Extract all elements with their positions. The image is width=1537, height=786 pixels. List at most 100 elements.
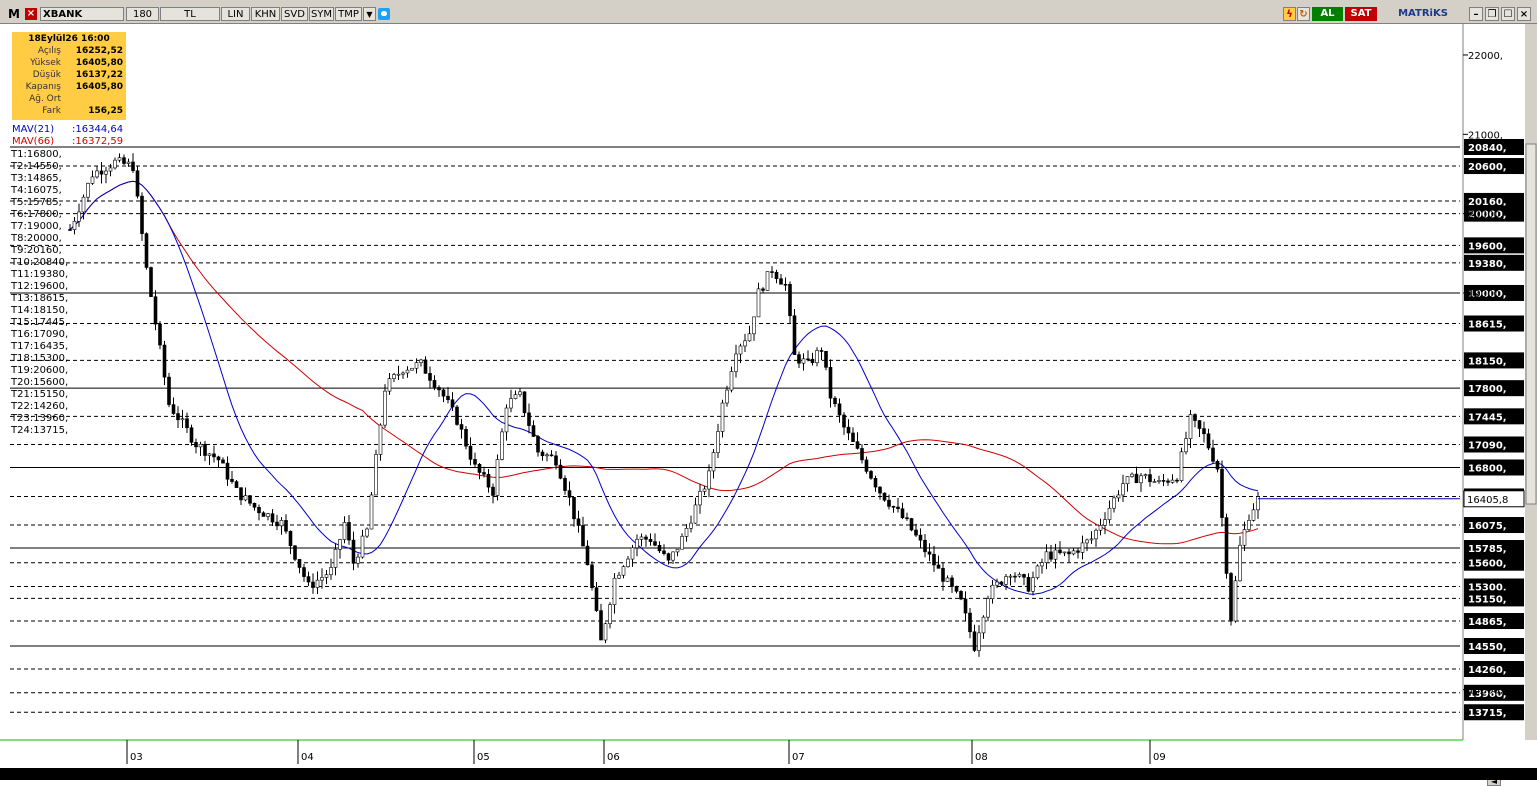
candle-body	[1125, 476, 1130, 485]
candle-body	[392, 374, 396, 379]
toolbar-right: ϟ ↻ AL SAT MATRiKS – ❐ ☐ ×	[1283, 7, 1537, 21]
time-tick-label: 06	[607, 752, 620, 763]
chevron-down-icon[interactable]: ▼	[363, 7, 376, 21]
candle-body	[176, 413, 180, 421]
minimize-icon[interactable]: –	[1469, 7, 1483, 21]
candle-body	[1103, 519, 1107, 526]
candle-body	[900, 508, 905, 519]
candle-body	[396, 373, 401, 376]
svd-button[interactable]: SVD	[281, 7, 308, 21]
ohlc-row-close: Kapanış 16405,80	[25, 82, 123, 92]
candle-body	[275, 521, 279, 527]
candle-body	[680, 536, 684, 550]
candle-body	[1085, 539, 1089, 544]
candle-body	[585, 545, 590, 566]
candle-body	[729, 371, 734, 391]
target-level-label: T10:20840,	[11, 257, 69, 268]
candle-body	[1139, 475, 1143, 484]
candle-body	[86, 183, 90, 198]
candle-body	[828, 367, 833, 399]
candle-body	[531, 425, 536, 437]
candle-body	[288, 530, 293, 547]
symbol-input[interactable]: XBANK	[40, 7, 124, 21]
candle-body	[1026, 576, 1031, 592]
close-window-icon[interactable]: ×	[1517, 7, 1531, 21]
candle-body	[927, 551, 932, 555]
candle-body	[617, 574, 621, 579]
candle-body	[468, 445, 473, 460]
level-label: 17800,	[1468, 384, 1507, 395]
candle-body	[180, 418, 185, 421]
candle-body	[216, 456, 221, 461]
candle-body	[414, 362, 419, 369]
candle-body	[846, 426, 851, 434]
candle-body	[387, 378, 392, 392]
candle-body	[1202, 428, 1206, 435]
candle-body	[329, 567, 333, 576]
currency-field[interactable]: TL	[160, 7, 220, 21]
candle-body	[738, 345, 743, 355]
mav-legend: MAV(21):16344,64 MAV(66):16372,59	[12, 124, 123, 148]
candle-body	[959, 591, 963, 600]
toolbar: M × XBANK 180 TL LIN KHN SVD SYM TMP ▼ ϟ…	[0, 0, 1537, 24]
candle-body	[1130, 473, 1134, 477]
target-level-label: T7:19000,	[11, 221, 62, 232]
candle-body	[581, 525, 585, 547]
period-field[interactable]: 180	[126, 7, 159, 21]
candle-body	[914, 529, 918, 536]
target-level-label: T23:13960,	[11, 413, 69, 424]
candle-body	[1013, 575, 1017, 578]
lightning-icon[interactable]: ϟ	[1283, 7, 1296, 21]
twitter-icon[interactable]	[378, 8, 390, 20]
restore-icon[interactable]: ❐	[1485, 7, 1499, 21]
target-levels-list: T1:16800, T2:14550, T3:14865, T4:16075, T5:1…	[11, 149, 68, 437]
maximize-icon[interactable]: ☐	[1501, 7, 1515, 21]
candle-body	[675, 548, 680, 553]
current-price-label: 16405,8	[1467, 495, 1508, 506]
candle-body	[509, 398, 513, 409]
candle-body	[558, 464, 563, 479]
candle-body	[833, 397, 837, 405]
buy-button[interactable]: AL	[1312, 7, 1343, 21]
candle-body	[320, 577, 324, 581]
refresh-icon[interactable]: ↻	[1297, 7, 1310, 21]
target-level-label: T3:14865,	[11, 173, 62, 184]
scale-button[interactable]: LIN	[221, 7, 250, 21]
candle-body	[743, 340, 747, 347]
candle-body	[419, 359, 423, 363]
sym-button[interactable]: SYM	[309, 7, 334, 21]
candle-body	[153, 296, 158, 325]
price-chart[interactable]: 20840,20600,20160,20000,19600,19380,1900…	[0, 24, 1537, 768]
candle-body	[239, 487, 243, 501]
tmp-button[interactable]: TMP	[335, 7, 362, 21]
scrollbar-thumb	[1525, 143, 1537, 505]
candle-body	[932, 553, 936, 566]
candle-body	[576, 518, 581, 526]
candle-body	[1238, 544, 1242, 582]
candle-body	[734, 353, 738, 372]
matriks-logo: M	[8, 7, 20, 21]
candle-body	[1242, 529, 1247, 546]
status-bar	[0, 768, 1537, 780]
close-symbol-icon[interactable]: ×	[25, 8, 37, 20]
candle-body	[612, 577, 617, 605]
candle-body	[504, 407, 509, 433]
ohlc-row-high: Yüksek 16405,80	[30, 58, 123, 68]
price-tick-label: 14000,	[1468, 686, 1503, 697]
candle-body	[405, 369, 410, 374]
candle-body	[126, 161, 131, 164]
level-label: 15600,	[1468, 559, 1507, 570]
candle-body	[1040, 562, 1044, 567]
chart-area[interactable]: 20840, 20600, 20160, 20000, 19600, 19380, 1900…	[0, 24, 1537, 786]
sell-button[interactable]: SAT	[1345, 7, 1377, 21]
candle-body	[689, 522, 693, 529]
candle-body	[1008, 575, 1013, 578]
candle-body	[207, 453, 212, 456]
candle-body	[243, 495, 248, 501]
candle-body	[360, 535, 365, 558]
candle-body	[149, 267, 153, 297]
khn-button[interactable]: KHN	[251, 7, 280, 21]
candle-body	[977, 632, 981, 651]
candle-body	[1022, 574, 1026, 578]
target-level-label: T24:13715,	[11, 425, 69, 436]
